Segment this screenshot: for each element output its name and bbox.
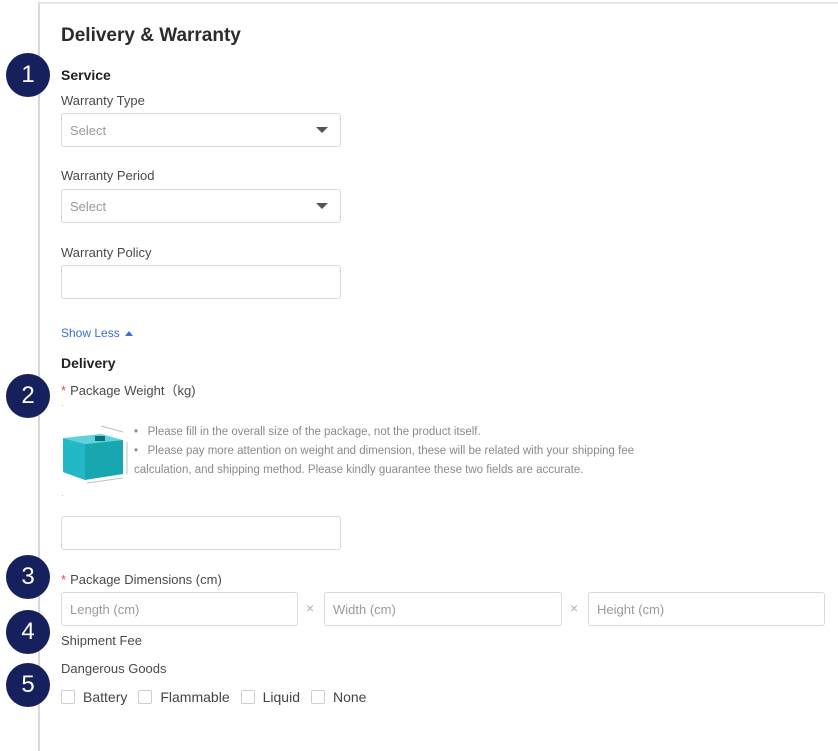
package-dimensions-label: * Package Dimensions (cm) bbox=[61, 572, 222, 587]
tip-line-1: • Please fill in the overall size of the… bbox=[134, 426, 481, 438]
warranty-type-select[interactable]: Select bbox=[61, 113, 341, 147]
dangerous-goods-option-none[interactable]: None bbox=[310, 689, 367, 705]
height-placeholder: Height (cm) bbox=[597, 601, 665, 617]
dangerous-goods-options: Battery Flammable Liquid None bbox=[61, 689, 377, 705]
length-placeholder: Length (cm) bbox=[70, 601, 140, 617]
decorative-dot: · bbox=[61, 490, 64, 500]
warranty-policy-label: Warranty Policy bbox=[61, 245, 152, 260]
step-badge-5: 5 bbox=[6, 663, 50, 707]
shipment-fee-label: Shipment Fee bbox=[61, 633, 142, 648]
package-weight-label-text: Package Weight（kg) bbox=[70, 383, 196, 398]
show-less-toggle[interactable]: Show Less bbox=[61, 326, 133, 340]
option-label: Liquid bbox=[262, 689, 300, 705]
step-badge-1: 1 bbox=[6, 53, 50, 97]
package-weight-tips: • Please fill in the overall size of the… bbox=[134, 423, 694, 480]
package-weight-input[interactable] bbox=[61, 516, 341, 550]
required-mark: * bbox=[61, 383, 67, 398]
width-input[interactable]: Width (cm) bbox=[324, 592, 562, 626]
dangerous-goods-option-flammable[interactable]: Flammable bbox=[138, 689, 230, 705]
checkbox[interactable] bbox=[61, 690, 75, 704]
package-dimensions-label-text: Package Dimensions (cm) bbox=[70, 572, 222, 587]
checkbox[interactable] bbox=[240, 690, 255, 704]
warranty-period-value: Select bbox=[70, 198, 107, 214]
warranty-period-label: Warranty Period bbox=[61, 168, 155, 183]
times-separator: × bbox=[306, 600, 315, 616]
step-badge-3: 3 bbox=[6, 555, 50, 599]
warranty-period-select[interactable]: Select bbox=[61, 189, 341, 223]
checkbox[interactable] bbox=[138, 690, 153, 704]
service-heading: Service bbox=[61, 67, 111, 83]
height-input[interactable]: Height (cm) bbox=[588, 592, 825, 626]
tip-line-2: • Please pay more attention on weight an… bbox=[134, 445, 635, 457]
caret-down-icon bbox=[316, 203, 328, 209]
show-less-label: Show Less bbox=[61, 326, 120, 340]
caret-up-icon bbox=[124, 330, 133, 336]
section-title: Delivery & Warranty bbox=[61, 25, 241, 46]
warranty-type-label: Warranty Type bbox=[61, 93, 145, 108]
option-label: Flammable bbox=[160, 689, 230, 705]
option-label: Battery bbox=[83, 689, 128, 705]
warranty-type-value: Select bbox=[70, 122, 107, 138]
delivery-heading: Delivery bbox=[61, 355, 116, 371]
package-weight-label: * Package Weight（kg) bbox=[61, 380, 196, 399]
checkbox[interactable] bbox=[310, 690, 325, 704]
step-badge-2: 2 bbox=[6, 374, 50, 418]
tip-line-3: calculation, and shipping method. Please… bbox=[134, 464, 584, 476]
decorative-dot: · bbox=[61, 400, 64, 410]
dangerous-goods-label: Dangerous Goods bbox=[61, 661, 167, 676]
package-box-icon bbox=[61, 420, 131, 488]
dangerous-goods-option-liquid[interactable]: Liquid bbox=[240, 689, 300, 705]
dangerous-goods-option-battery[interactable]: Battery bbox=[61, 689, 127, 705]
times-separator: × bbox=[570, 600, 579, 616]
width-placeholder: Width (cm) bbox=[333, 601, 396, 617]
option-label: None bbox=[332, 689, 367, 705]
length-input[interactable]: Length (cm) bbox=[61, 592, 298, 626]
step-badge-4: 4 bbox=[6, 610, 50, 654]
caret-down-icon bbox=[316, 127, 328, 133]
required-mark: * bbox=[61, 572, 67, 587]
warranty-policy-input[interactable] bbox=[61, 265, 341, 299]
